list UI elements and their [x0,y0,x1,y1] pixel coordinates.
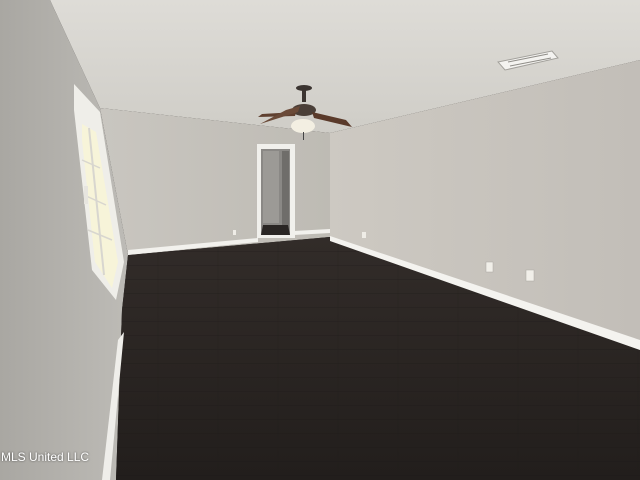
doorway-floor [261,225,290,235]
fan-canopy [296,85,312,91]
wall-outlet-1 [485,261,494,273]
wall-outlet-3 [362,232,366,238]
light-switch [84,186,88,204]
wall-outlet-4 [233,230,236,235]
fan-pull-chain [303,132,304,140]
wall-outlet-2 [525,269,535,282]
fan-light [291,119,315,133]
doorway-hall-wall [263,151,279,223]
doorway-door [282,151,289,233]
watermark-text: MLS United LLC [1,450,90,464]
room-photo [0,0,640,480]
